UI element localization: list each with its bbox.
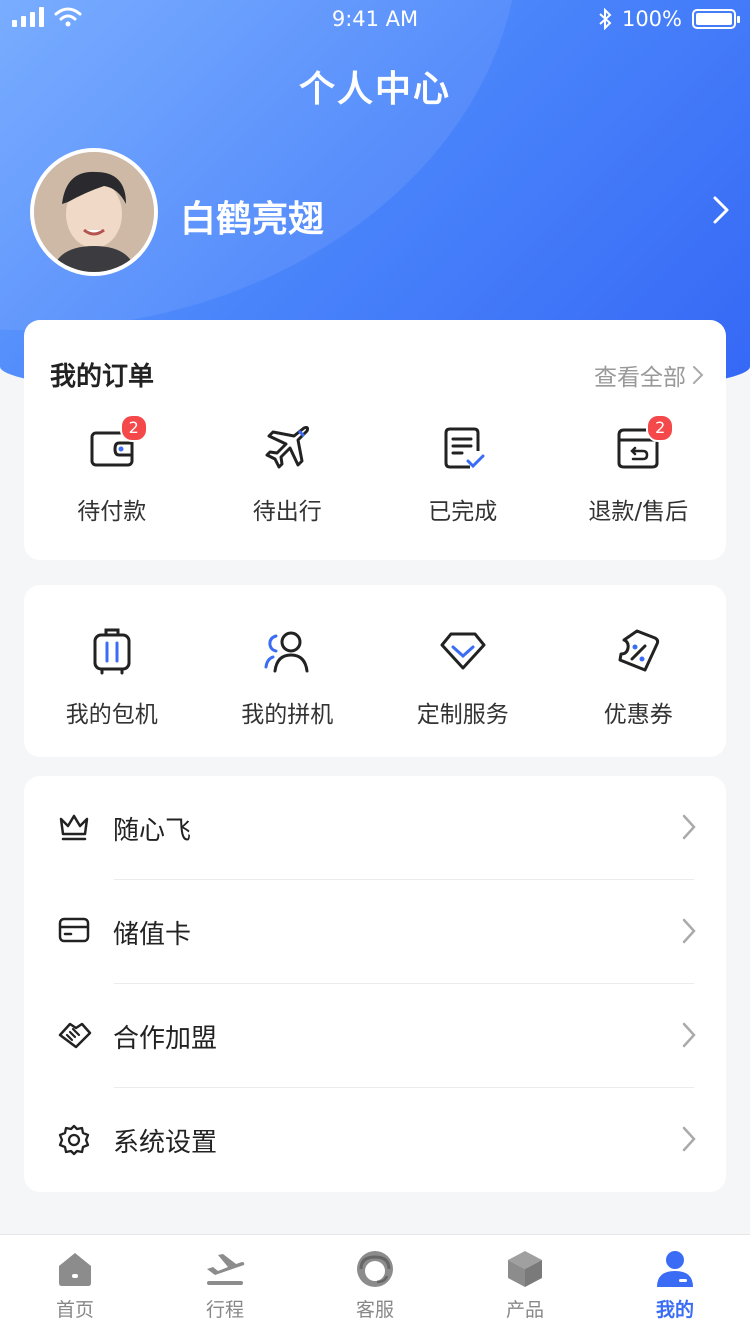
coupon-icon: [618, 629, 660, 672]
menu-item-partnership[interactable]: 合作加盟: [24, 984, 726, 1088]
order-status-list: 2 待付款 待出行 已完成 2 退款/售后: [24, 414, 727, 526]
menu-item-label: 合作加盟: [113, 1024, 218, 1054]
tab-label: 客服: [355, 1299, 394, 1321]
tab-label: 我的: [655, 1299, 694, 1321]
tab-mine[interactable]: 我的: [600, 1235, 750, 1335]
chevron-right-icon: [682, 814, 696, 840]
order-status-pending-payment[interactable]: 2 待付款: [24, 414, 200, 526]
chevron-right-icon[interactable]: [712, 194, 730, 226]
profile-row[interactable]: 白鹤亮翅: [30, 148, 730, 278]
handshake-icon: [58, 1022, 92, 1049]
view-all-orders-link[interactable]: 查看全部: [594, 358, 704, 392]
tab-customer-service[interactable]: 客服: [300, 1235, 450, 1335]
checklist-icon: [444, 427, 485, 469]
tab-products[interactable]: 产品: [450, 1235, 600, 1335]
chevron-right-icon: [682, 1022, 696, 1048]
order-status-label: 退款/售后: [588, 499, 689, 525]
order-status-upcoming[interactable]: 待出行: [200, 420, 376, 526]
service-label: 我的包机: [65, 702, 158, 728]
bottom-tab-bar: 首页 行程 客服 产品 我的: [0, 1234, 750, 1335]
menu-item-label: 储值卡: [113, 920, 192, 950]
avatar[interactable]: [30, 148, 158, 276]
menu-item-stored-value-card[interactable]: 储值卡: [24, 880, 726, 984]
tab-itinerary[interactable]: 行程: [150, 1235, 300, 1335]
order-status-refund[interactable]: 2 退款/售后: [551, 414, 727, 526]
orders-title: 我的订单: [50, 362, 155, 392]
battery-icon: [692, 9, 740, 29]
status-right: 100%: [598, 7, 740, 31]
services-card: 我的包机 我的拼机 定制服务 优惠券: [24, 585, 726, 757]
service-my-charter[interactable]: 我的包机: [24, 623, 200, 729]
order-status-completed[interactable]: 已完成: [375, 420, 551, 526]
order-status-label: 待出行: [252, 499, 322, 525]
menu-item-label: 系统设置: [113, 1128, 218, 1158]
diamond-icon: [440, 632, 486, 670]
page-title: 个人中心: [298, 69, 451, 110]
service-label: 优惠券: [603, 702, 673, 728]
bluetooth-icon: [599, 8, 612, 30]
tab-home[interactable]: 首页: [0, 1235, 150, 1335]
menu-item-settings[interactable]: 系统设置: [24, 1088, 726, 1192]
user-icon: [657, 1251, 693, 1287]
tab-label: 行程: [205, 1299, 244, 1321]
luggage-icon: [93, 628, 131, 675]
menu-item-label: 随心飞: [113, 816, 192, 846]
crown-icon: [59, 814, 89, 841]
orders-card: 我的订单 查看全部 2 待付款 待出行 已完成 2 退款/售后: [24, 320, 726, 560]
service-custom[interactable]: 定制服务: [375, 623, 551, 729]
view-all-label: 查看全部: [594, 365, 686, 391]
service-list: 我的包机 我的拼机 定制服务 优惠券: [24, 623, 726, 729]
product-icon: [508, 1251, 542, 1287]
status-bar: 9:41 AM 100%: [0, 0, 750, 40]
chevron-right-icon: [693, 366, 704, 384]
service-coupons[interactable]: 优惠券: [551, 623, 727, 729]
service-label: 我的拼机: [241, 702, 334, 728]
service-label: 定制服务: [416, 702, 509, 728]
battery-percent: 100%: [621, 7, 682, 31]
avatar-image: [34, 152, 154, 272]
settings-icon: [58, 1124, 90, 1156]
service-my-shared-flight[interactable]: 我的拼机: [200, 623, 376, 729]
chevron-right-icon: [682, 918, 696, 944]
menu-card: 随心飞 储值卡 合作加盟 系统设置: [24, 776, 726, 1192]
badge-count: 2: [646, 414, 675, 442]
support-icon: [357, 1251, 393, 1287]
badge-count: 2: [119, 414, 148, 442]
departure-icon: [207, 1254, 245, 1285]
chevron-right-icon: [682, 1126, 696, 1152]
card-icon: [58, 917, 90, 943]
home-icon: [59, 1253, 91, 1286]
order-status-label: 已完成: [428, 499, 498, 525]
user-name: 白鹤亮翅: [180, 199, 325, 240]
group-icon: [264, 631, 309, 673]
order-status-label: 待付款: [77, 499, 147, 525]
tab-label: 产品: [505, 1299, 544, 1321]
tab-label: 首页: [55, 1299, 94, 1321]
airplane-icon: [265, 425, 310, 469]
menu-item-free-fly[interactable]: 随心飞: [24, 776, 726, 880]
